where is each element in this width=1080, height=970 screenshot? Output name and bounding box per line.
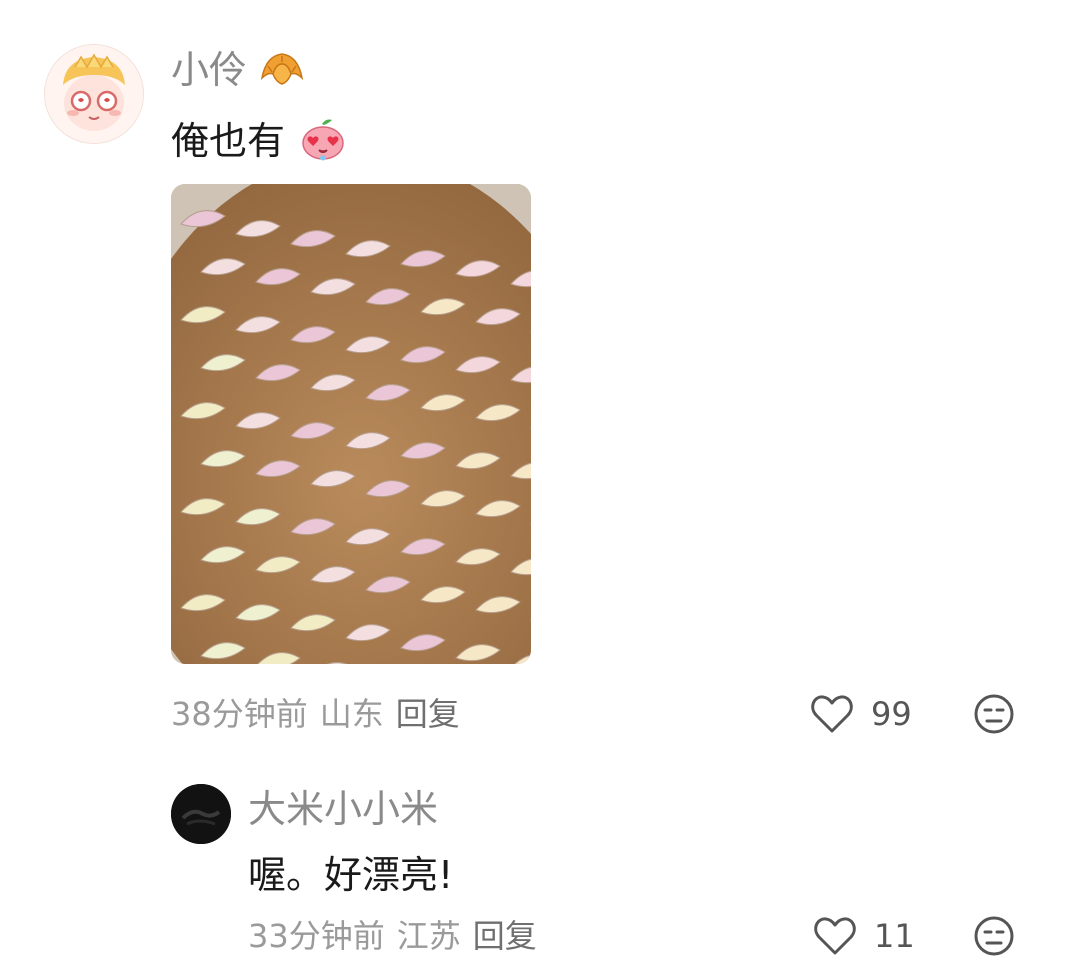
comment-2-like-count: 11	[874, 917, 915, 955]
comment-1-reply-button[interactable]: 回复	[396, 695, 460, 733]
comment-1-text: 俺也有	[171, 119, 286, 163]
comment-2-location: 江苏	[396, 917, 461, 955]
avatar[interactable]	[44, 44, 144, 144]
heart-icon[interactable]	[813, 915, 857, 957]
comment-1-username[interactable]: 小伶	[171, 47, 247, 93]
colorful-dumplings-photo[interactable]	[171, 184, 531, 664]
comment-1-like-count: 99	[871, 695, 912, 733]
comment-1-time: 38分钟前	[171, 695, 308, 733]
comment-1-location: 山东	[319, 695, 384, 733]
dislike-face-icon[interactable]	[973, 915, 1015, 957]
dark-avatar-icon	[171, 784, 231, 844]
comment-2-reply-button[interactable]: 回复	[473, 917, 537, 955]
dumplings-image	[171, 184, 531, 664]
comment-2-time: 33分钟前	[248, 917, 385, 955]
comment-1-meta: 38分钟前 山东 回复	[171, 694, 460, 734]
heart-eyes-peach-icon	[300, 116, 346, 162]
croissant-icon	[258, 48, 306, 92]
comment-2-meta: 33分钟前 江苏 回复	[248, 916, 537, 956]
dislike-face-icon[interactable]	[973, 693, 1015, 735]
heart-icon[interactable]	[810, 693, 854, 735]
avatar[interactable]	[171, 784, 231, 844]
comment-2-username[interactable]: 大米小小米	[248, 786, 438, 832]
comment-2-text: 喔。好漂亮!	[248, 853, 454, 897]
cartoon-avatar-icon	[45, 45, 143, 143]
